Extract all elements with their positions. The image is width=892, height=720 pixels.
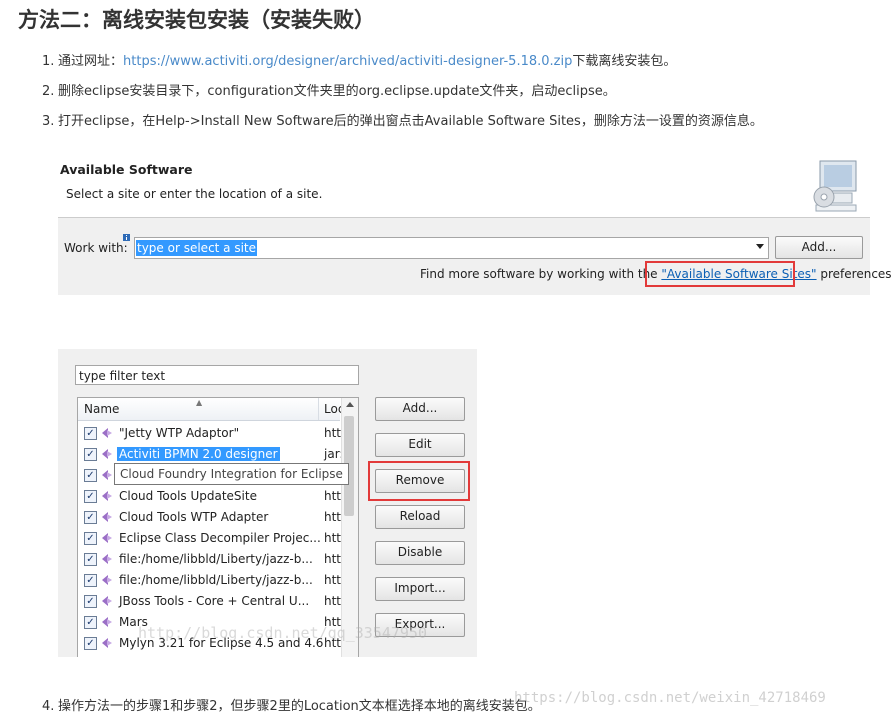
- highlight-frame: [368, 461, 470, 501]
- update-site-icon: [102, 575, 112, 585]
- table-row[interactable]: ✓ file:/home/libbld/Liberty/jazz-b... ht…: [78, 549, 349, 570]
- vertical-scrollbar[interactable]: [341, 398, 358, 657]
- install-monitor-icon: [813, 160, 857, 212]
- table-row[interactable]: ✓ JBoss Tools - Core + Central U... http: [78, 591, 349, 612]
- checkbox[interactable]: ✓: [84, 595, 97, 608]
- update-site-icon: [102, 554, 112, 564]
- step-text: 下载离线安装包。: [572, 54, 677, 69]
- update-site-icon: [102, 491, 112, 501]
- highlight-frame: [645, 261, 795, 287]
- edit-button[interactable]: Edit: [375, 433, 465, 457]
- checkbox[interactable]: ✓: [84, 490, 97, 503]
- update-site-icon: [102, 512, 112, 522]
- checkbox[interactable]: ✓: [84, 574, 97, 587]
- checkbox[interactable]: ✓: [84, 448, 97, 461]
- page-heading: 方法二：离线安装包安装（安装失败）: [18, 8, 375, 32]
- info-icon: [123, 234, 130, 241]
- sort-indicator-icon: ▲: [196, 398, 203, 407]
- find-more-prefix: Find more software by working with the: [420, 267, 662, 281]
- update-site-icon: [102, 470, 112, 480]
- step-text: 操作方法一的步骤1和步骤2，但步骤2里的Location文本框选择本地的离线安装…: [58, 699, 541, 714]
- column-name-header[interactable]: Name: [84, 402, 119, 416]
- blog-watermark: https://blog.csdn.net/weixin_42718469: [514, 690, 826, 706]
- faint-watermark: http://blog.csdn.net/qq_33547950: [138, 624, 427, 642]
- update-site-icon: [102, 449, 112, 459]
- reload-button[interactable]: Reload: [375, 505, 465, 529]
- add-site-button[interactable]: Add...: [775, 236, 863, 259]
- available-software-panel: Available Software Select a site or ente…: [58, 155, 892, 295]
- table-header: Name ▲ Loc: [78, 398, 344, 421]
- step-4: 4. 操作方法一的步骤1和步骤2，但步骤2里的Location文本框选择本地的离线…: [42, 698, 541, 716]
- header-divider: [58, 217, 870, 218]
- filter-input[interactable]: type filter text: [75, 365, 359, 385]
- update-site-icon: [102, 533, 112, 543]
- checkbox[interactable]: ✓: [84, 511, 97, 524]
- step-number: 4.: [42, 699, 55, 714]
- checkbox[interactable]: ✓: [84, 553, 97, 566]
- step-text: 通过网址：: [58, 54, 124, 69]
- download-link[interactable]: https://www.activiti.org/designer/archiv…: [123, 54, 572, 69]
- checkbox[interactable]: ✓: [84, 616, 97, 629]
- find-more-suffix: preferences.: [816, 267, 892, 281]
- site-name: "Jetty WTP Adaptor": [119, 426, 240, 440]
- update-site-icon: [102, 428, 112, 438]
- site-name: Activiti BPMN 2.0 designer: [117, 447, 280, 461]
- column-divider[interactable]: [318, 398, 319, 420]
- work-with-combo[interactable]: type or select a site: [134, 237, 769, 259]
- update-site-icon: [102, 596, 112, 606]
- work-with-label: Work with:: [64, 241, 128, 255]
- step-3: 3. 打开eclipse，在Help->Install New Software后…: [42, 113, 763, 131]
- software-sites-panel: type filter text Name ▲ Loc ✓ "Jetty WTP…: [58, 349, 477, 657]
- site-name: Cloud Tools WTP Adapter: [119, 510, 269, 524]
- panel-header: Available Software Select a site or ente…: [58, 155, 870, 217]
- checkbox[interactable]: ✓: [84, 637, 97, 650]
- step-number: 3.: [42, 114, 55, 129]
- panel-title: Available Software: [60, 162, 193, 177]
- site-name: JBoss Tools - Core + Central U...: [119, 594, 310, 608]
- table-row[interactable]: ✓ file:/home/libbld/Liberty/jazz-b... ht…: [78, 570, 349, 591]
- step-1: 1. 通过网址：https://www.activiti.org/designer…: [42, 53, 676, 71]
- scroll-up-icon[interactable]: [346, 402, 354, 407]
- update-site-icon: [102, 638, 112, 648]
- site-name: file:/home/libbld/Liberty/jazz-b...: [119, 552, 313, 566]
- table-row-selected[interactable]: ✓ Activiti BPMN 2.0 designer jar:: [78, 444, 343, 465]
- sites-table: Name ▲ Loc ✓ "Jetty WTP Adaptor" http ✓ …: [77, 397, 359, 657]
- chevron-down-icon[interactable]: [756, 244, 764, 249]
- panel-subtitle: Select a site or enter the location of a…: [66, 187, 323, 201]
- site-name: file:/home/libbld/Liberty/jazz-b...: [119, 573, 313, 587]
- add-button[interactable]: Add...: [375, 397, 465, 421]
- step-2: 2. 删除eclipse安装目录下，configuration文件夹里的org.e…: [42, 83, 616, 101]
- step-text: 删除eclipse安装目录下，configuration文件夹里的org.ecl…: [58, 84, 616, 99]
- step-number: 2.: [42, 84, 55, 99]
- step-number: 1.: [42, 54, 55, 69]
- checkbox[interactable]: ✓: [84, 427, 97, 440]
- site-name: Cloud Tools UpdateSite: [119, 489, 257, 503]
- table-row[interactable]: ✓ Cloud Tools UpdateSite http: [78, 486, 349, 507]
- step-text: 打开eclipse，在Help->Install New Software后的弹…: [58, 114, 763, 129]
- checkbox[interactable]: ✓: [84, 469, 97, 482]
- table-row[interactable]: ✓ Cloud Tools WTP Adapter http: [78, 507, 349, 528]
- update-site-icon: [102, 617, 112, 627]
- table-row[interactable]: ✓ "Jetty WTP Adaptor" http: [78, 423, 349, 444]
- combo-value: type or select a site: [136, 240, 258, 256]
- row-tooltip: Cloud Foundry Integration for Eclipse: [114, 463, 349, 485]
- site-name: Eclipse Class Decompiler Projec...: [119, 531, 321, 545]
- disable-button[interactable]: Disable: [375, 541, 465, 565]
- table-row[interactable]: ✓ Eclipse Class Decompiler Projec... htt…: [78, 528, 349, 549]
- checkbox[interactable]: ✓: [84, 532, 97, 545]
- import-button[interactable]: Import...: [375, 577, 465, 601]
